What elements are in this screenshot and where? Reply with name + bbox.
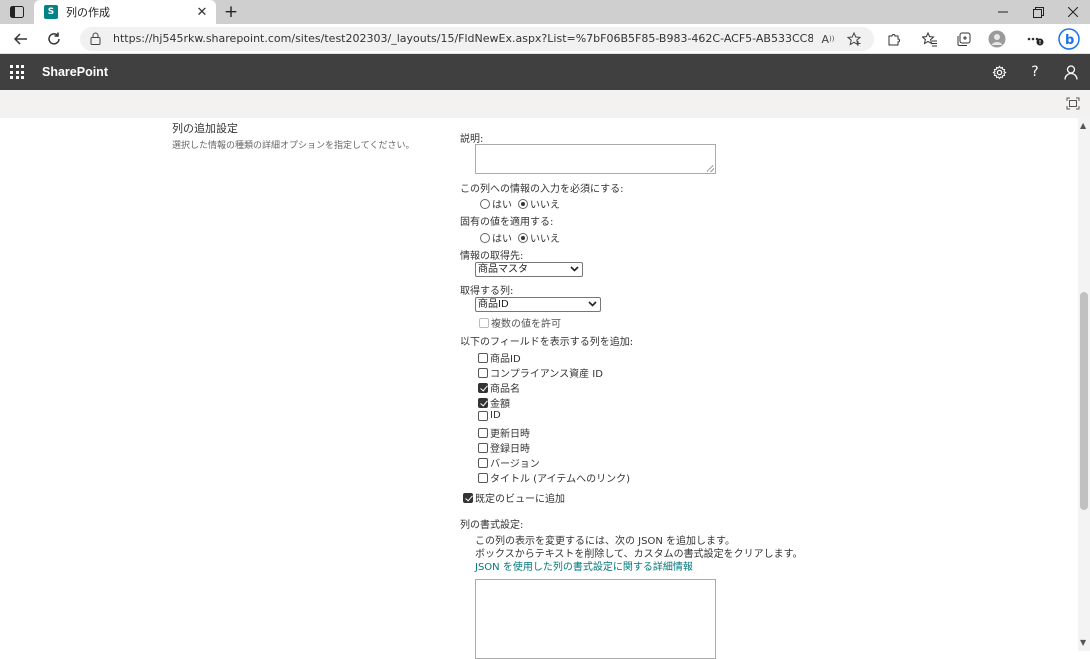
back-button[interactable] — [10, 28, 32, 50]
field-checkbox[interactable] — [478, 457, 488, 468]
refresh-button[interactable] — [43, 28, 65, 50]
bing-copilot-icon[interactable]: b — [1057, 27, 1081, 51]
field-checkbox[interactable] — [478, 382, 488, 393]
section-description: 選択した情報の種類の詳細オプションを指定してください。 — [172, 141, 415, 151]
account-person-icon[interactable] — [1062, 63, 1080, 81]
field-option-created[interactable]: 登録日時 — [478, 440, 530, 455]
browser-tab-active[interactable]: S 列の作成 ✕ — [34, 0, 216, 24]
close-tab-icon[interactable]: ✕ — [194, 5, 210, 20]
svg-text:b: b — [1065, 33, 1074, 48]
required-radio-group: はい いいえ — [480, 196, 560, 211]
more-menu-icon[interactable] — [1024, 28, 1046, 50]
sharepoint-brand-link[interactable]: SharePoint — [42, 54, 108, 90]
required-no-label: いいえ — [530, 200, 560, 211]
json-format-textarea[interactable] — [475, 579, 716, 659]
field-label: 金額 — [490, 399, 510, 410]
field-option-title-link[interactable]: タイトル (アイテムへのリンク) — [478, 470, 630, 485]
settings-gear-icon[interactable] — [990, 63, 1008, 81]
required-no-radio[interactable] — [518, 198, 528, 209]
required-label: この列への情報の入力を必須にする: — [460, 184, 624, 195]
new-tab-button[interactable]: + — [222, 2, 240, 22]
add-to-default-view-checkbox[interactable] — [463, 492, 473, 503]
resize-handle-icon[interactable] — [707, 165, 714, 172]
tab-title: 列の作成 — [66, 6, 110, 19]
focus-mode-icon[interactable] — [1066, 97, 1080, 113]
chevron-down-icon — [588, 299, 597, 312]
collections-icon[interactable] — [952, 28, 974, 50]
sharepoint-suite-bar: SharePoint ? — [0, 54, 1090, 90]
field-option-compliance-asset-id[interactable]: コンプライアンス資産 ID — [478, 365, 603, 380]
close-window-button[interactable] — [1056, 0, 1090, 24]
unique-no-radio[interactable] — [518, 232, 528, 243]
unique-yes-radio[interactable] — [480, 232, 490, 243]
favorites-icon[interactable] — [919, 28, 941, 50]
field-label: 更新日時 — [490, 429, 530, 440]
address-bar[interactable]: https://hj545rkw.sharepoint.com/sites/te… — [80, 27, 874, 51]
add-to-default-view-option[interactable]: 既定のビューに追加 — [463, 490, 565, 505]
sharepoint-favicon-icon: S — [44, 5, 58, 19]
field-label: タイトル (アイテムへのリンク) — [490, 474, 630, 485]
source-select-value: 商品マスタ — [478, 264, 528, 275]
scrollbar-thumb[interactable] — [1080, 292, 1088, 510]
field-option-modified[interactable]: 更新日時 — [478, 425, 530, 440]
unique-radio-group: はい いいえ — [480, 230, 560, 245]
required-yes-radio[interactable] — [480, 198, 490, 209]
field-label: 登録日時 — [490, 444, 530, 455]
source-select[interactable]: 商品マスタ — [475, 262, 583, 277]
minimize-button[interactable] — [986, 0, 1020, 24]
field-option-product-id[interactable]: 商品ID — [478, 350, 521, 365]
read-aloud-icon[interactable]: A)) — [820, 31, 836, 47]
browser-tab-strip: S 列の作成 ✕ + — [0, 0, 1090, 24]
description-textarea[interactable] — [475, 144, 716, 174]
field-checkbox[interactable] — [478, 442, 488, 453]
source-label: 情報の取得先: — [460, 251, 524, 262]
field-option-amount[interactable]: 金額 — [478, 395, 510, 410]
description-label: 説明: — [460, 134, 484, 145]
column-format-label: 列の書式設定: — [460, 520, 524, 531]
field-checkbox[interactable] — [478, 367, 488, 378]
column-label: 取得する列: — [460, 286, 514, 297]
profile-avatar-icon[interactable] — [986, 28, 1008, 50]
allow-multiple-option: 複数の値を許可 — [479, 315, 561, 330]
lock-icon[interactable] — [90, 32, 101, 48]
unique-no-label: いいえ — [530, 234, 560, 245]
field-checkbox[interactable] — [478, 410, 488, 421]
field-option-version[interactable]: バージョン — [478, 455, 540, 470]
main-content: 列の追加設定 選択した情報の種類の詳細オプションを指定してください。 説明: こ… — [0, 118, 1076, 659]
field-checkbox[interactable] — [478, 427, 488, 438]
unique-label: 固有の値を適用する: — [460, 217, 554, 228]
allow-multiple-checkbox[interactable] — [479, 317, 489, 328]
field-label: コンプライアンス資産 ID — [490, 369, 603, 380]
scroll-up-arrow-icon[interactable]: ▲ — [1080, 121, 1086, 130]
section-title: 列の追加設定 — [172, 122, 238, 135]
field-checkbox[interactable] — [478, 352, 488, 363]
url-text[interactable]: https://hj545rkw.sharepoint.com/sites/te… — [113, 27, 813, 51]
column-select-value: 商品ID — [478, 299, 509, 310]
required-yes-label: はい — [492, 200, 512, 211]
additional-fields-label: 以下のフィールドを表示する列を追加: — [460, 337, 634, 348]
unique-yes-label: はい — [492, 234, 512, 245]
field-label: ID — [490, 410, 501, 421]
allow-multiple-label: 複数の値を許可 — [491, 319, 561, 330]
field-checkbox[interactable] — [478, 472, 488, 483]
add-to-default-view-label: 既定のビューに追加 — [475, 494, 565, 505]
field-label: 商品ID — [490, 354, 521, 365]
json-format-help-link[interactable]: JSON を使用した列の書式設定に関する詳細情報 — [475, 558, 693, 573]
field-option-product-name[interactable]: 商品名 — [478, 380, 520, 395]
add-favorite-icon[interactable] — [846, 31, 862, 47]
column-select[interactable]: 商品ID — [475, 297, 601, 312]
field-option-id[interactable]: ID — [478, 410, 501, 421]
command-bar — [0, 90, 1090, 118]
restore-button[interactable] — [1021, 0, 1055, 24]
chevron-down-icon — [570, 264, 579, 277]
browser-toolbar: https://hj545rkw.sharepoint.com/sites/te… — [0, 24, 1090, 54]
field-checkbox[interactable] — [478, 397, 488, 408]
field-label: 商品名 — [490, 384, 520, 395]
scroll-down-arrow-icon[interactable]: ▼ — [1080, 638, 1086, 647]
app-launcher-icon[interactable] — [10, 65, 24, 79]
help-button[interactable]: ? — [1026, 63, 1044, 81]
tab-actions-icon[interactable] — [8, 4, 26, 20]
extensions-icon[interactable] — [882, 28, 904, 50]
field-label: バージョン — [490, 459, 540, 470]
